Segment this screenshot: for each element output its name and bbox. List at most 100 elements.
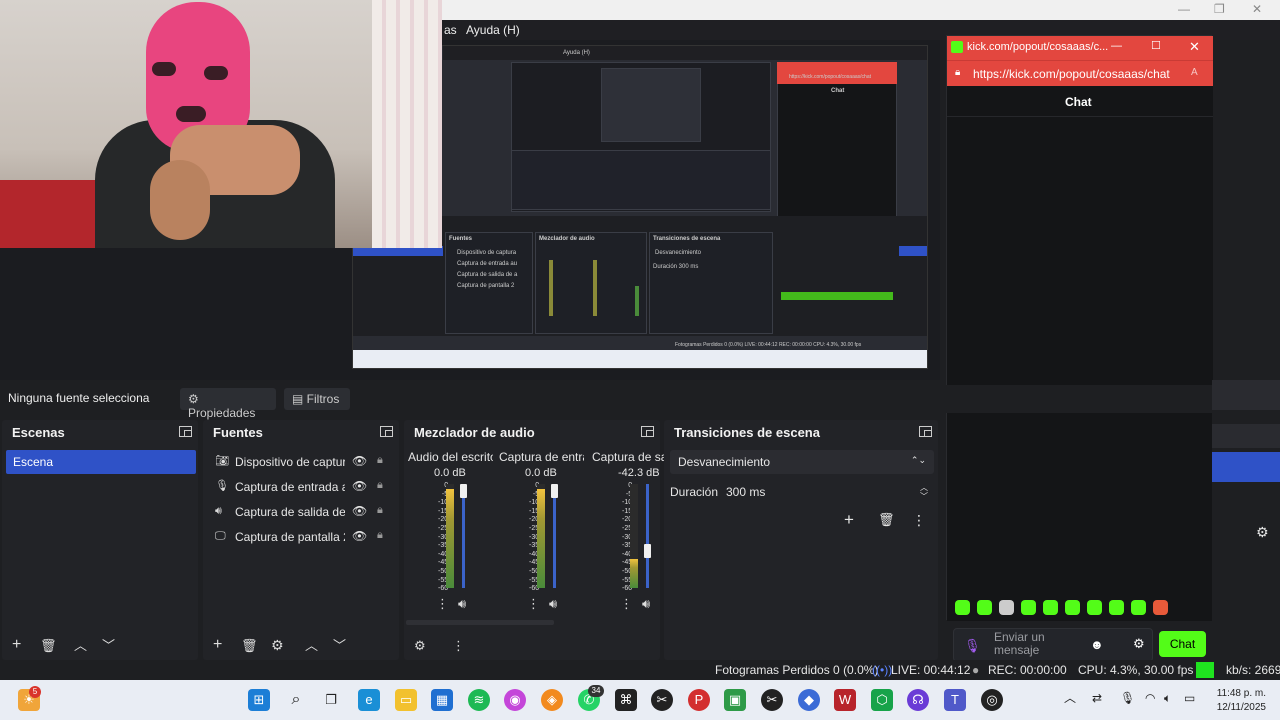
add-icon[interactable]: + bbox=[12, 636, 21, 654]
add-icon[interactable]: + bbox=[213, 636, 222, 654]
search-icon[interactable]: ⌕ bbox=[285, 689, 307, 711]
task-view-icon[interactable]: ❐ bbox=[320, 689, 342, 711]
teams-icon[interactable]: T bbox=[944, 689, 966, 711]
capcut-icon[interactable]: ✂ bbox=[761, 689, 783, 711]
emote-icon[interactable] bbox=[1153, 600, 1168, 615]
pinterest-icon[interactable]: P bbox=[688, 689, 710, 711]
app-icon[interactable]: ⬡ bbox=[871, 689, 893, 711]
trash-icon[interactable]: 🗑︎ bbox=[241, 638, 258, 654]
source-item[interactable]: 🔊︎ Captura de salida de a 👁︎ 🔒︎ bbox=[211, 501, 391, 523]
emote-icon[interactable] bbox=[1021, 600, 1036, 615]
capcut-icon[interactable]: ✂ bbox=[651, 689, 673, 711]
minimize-icon[interactable]: — bbox=[1178, 2, 1190, 16]
edge-icon[interactable]: e bbox=[358, 689, 380, 711]
trash-icon[interactable]: 🗑︎ bbox=[878, 512, 895, 528]
chat-send-button[interactable]: Chat bbox=[1159, 631, 1206, 657]
popup-url[interactable]: https://kick.com/popout/cosaaas/chat bbox=[973, 67, 1170, 81]
app-icon[interactable]: ◆ bbox=[798, 689, 820, 711]
app-icon[interactable]: ◉ bbox=[504, 689, 526, 711]
popup-close-icon[interactable]: ✕ bbox=[1189, 39, 1200, 55]
app-icon[interactable]: ⌘ bbox=[615, 689, 637, 711]
lock-icon[interactable]: 🔒︎ bbox=[377, 479, 383, 492]
emote-icon[interactable] bbox=[1043, 600, 1058, 615]
store-icon[interactable]: ▦ bbox=[431, 689, 453, 711]
undock-icon[interactable] bbox=[179, 426, 192, 437]
app-icon[interactable]: ▣ bbox=[724, 689, 746, 711]
volume-icon[interactable]: 🔈︎ bbox=[1164, 692, 1171, 705]
mixer-volume-fader[interactable] bbox=[646, 484, 649, 588]
visibility-eye-icon[interactable]: 👁︎ bbox=[352, 479, 367, 493]
filters-button[interactable]: ▤ Filtros bbox=[284, 388, 350, 410]
visibility-eye-icon[interactable]: 👁︎ bbox=[352, 504, 367, 518]
wifi-icon[interactable]: ◠ bbox=[1145, 692, 1155, 705]
source-item[interactable]: 🖵︎ Captura de pantalla 2 👁︎ 🔒︎ bbox=[211, 526, 391, 548]
move-up-icon[interactable]: ︿ bbox=[305, 635, 318, 654]
popup-maximize-icon[interactable]: ☐ bbox=[1151, 39, 1161, 52]
chat-settings-gear-icon[interactable]: ⚙ bbox=[1133, 636, 1145, 652]
clock-time[interactable]: 11:48 p. m. bbox=[1206, 687, 1266, 700]
trash-icon[interactable]: 🗑︎ bbox=[40, 638, 57, 654]
network-adapter-icon[interactable]: ⇄ bbox=[1092, 692, 1102, 705]
source-item[interactable]: 🎙︎ Captura de entrada au 👁︎ 🔒︎ bbox=[211, 476, 391, 498]
restore-icon[interactable]: ❐ bbox=[1214, 2, 1225, 16]
clock-date[interactable]: 12/11/2025 bbox=[1206, 701, 1266, 714]
transition-select[interactable]: Desvanecimiento ⌃⌄ bbox=[670, 450, 934, 474]
close-icon[interactable]: ✕ bbox=[1252, 2, 1262, 16]
scene-item-escena[interactable]: Escena bbox=[6, 450, 196, 474]
mixer-more-icon[interactable]: ⋮ bbox=[527, 596, 540, 612]
right-dock-selected[interactable] bbox=[1212, 452, 1280, 482]
stepper-icon[interactable]: ︿ ﹀ bbox=[920, 483, 928, 501]
tray-chevron-icon[interactable]: ︿ bbox=[1064, 692, 1076, 705]
properties-button[interactable]: ⚙ Propiedades bbox=[180, 388, 276, 420]
mixer-volume-fader[interactable] bbox=[553, 484, 556, 588]
advanced-audio-gear-icon[interactable]: ⚙ bbox=[414, 638, 426, 654]
mixer-speaker-icon[interactable]: 🔊︎ bbox=[549, 596, 557, 612]
mixer-scrollbar[interactable] bbox=[406, 620, 554, 625]
move-down-icon[interactable]: ﹀ bbox=[102, 635, 115, 654]
move-up-icon[interactable]: ︿ bbox=[74, 635, 87, 654]
windows-start-icon[interactable]: ⊞ bbox=[248, 689, 270, 711]
emote-icon[interactable] bbox=[1087, 600, 1102, 615]
read-aloud-icon[interactable]: A bbox=[1191, 67, 1198, 78]
emote-icon[interactable] bbox=[977, 600, 992, 615]
emote-icon[interactable] bbox=[999, 600, 1014, 615]
visibility-eye-icon[interactable]: 👁︎ bbox=[352, 454, 367, 468]
mixer-speaker-icon[interactable]: 🔊︎ bbox=[642, 596, 650, 612]
battery-icon[interactable]: ▭ bbox=[1184, 692, 1195, 705]
emote-icon[interactable] bbox=[1065, 600, 1080, 615]
move-down-icon[interactable]: ﹀ bbox=[333, 635, 346, 654]
lock-icon[interactable]: 🔒︎ bbox=[377, 504, 383, 517]
popup-address-bar[interactable]: 🔒︎ https://kick.com/popout/cosaaas/chat … bbox=[947, 60, 1213, 86]
lock-icon[interactable]: 🔒︎ bbox=[377, 454, 383, 467]
chat-message-input[interactable]: 🎙︎ Enviar un mensaje ☻ bbox=[953, 628, 1153, 662]
source-item[interactable]: 📷︎ Dispositivo de captura 👁︎ 🔒︎ bbox=[211, 451, 391, 473]
menu-item-partial[interactable]: as bbox=[444, 23, 457, 37]
headphones-icon[interactable]: ☊ bbox=[907, 689, 929, 711]
app-icon[interactable]: W bbox=[834, 689, 856, 711]
menu-help[interactable]: Ayuda (H) bbox=[466, 23, 520, 37]
add-icon[interactable]: + bbox=[844, 510, 854, 530]
file-explorer-icon[interactable]: ▭ bbox=[395, 689, 417, 711]
fader-handle[interactable] bbox=[460, 484, 467, 498]
microphone-icon[interactable]: 🎙︎ bbox=[964, 638, 981, 654]
obs-icon[interactable]: ◎ bbox=[981, 689, 1003, 711]
popup-minimize-icon[interactable]: — bbox=[1111, 40, 1122, 52]
more-options-icon[interactable]: ⋮ bbox=[452, 638, 465, 654]
gear-icon[interactable]: ⚙ bbox=[271, 637, 284, 654]
fader-handle[interactable] bbox=[644, 544, 651, 559]
lock-icon[interactable]: 🔒︎ bbox=[377, 529, 383, 542]
undock-icon[interactable] bbox=[641, 426, 654, 437]
more-options-icon[interactable]: ⋮ bbox=[912, 512, 926, 529]
mixer-volume-fader[interactable] bbox=[462, 484, 465, 588]
emoji-icon[interactable]: ☻ bbox=[1090, 637, 1104, 652]
undock-icon[interactable] bbox=[919, 426, 932, 437]
gear-icon[interactable]: ⚙ bbox=[1256, 524, 1269, 541]
duration-input[interactable]: 300 ms ︿ ﹀ bbox=[720, 480, 934, 504]
mixer-more-icon[interactable]: ⋮ bbox=[620, 596, 633, 612]
mixer-speaker-icon[interactable]: 🔊︎ bbox=[458, 596, 466, 612]
microphone-icon[interactable]: 🎙︎ bbox=[1120, 692, 1135, 705]
emote-icon[interactable] bbox=[1109, 600, 1124, 615]
app-icon[interactable]: ◈ bbox=[541, 689, 563, 711]
emote-icon[interactable] bbox=[955, 600, 970, 615]
undock-icon[interactable] bbox=[380, 426, 393, 437]
